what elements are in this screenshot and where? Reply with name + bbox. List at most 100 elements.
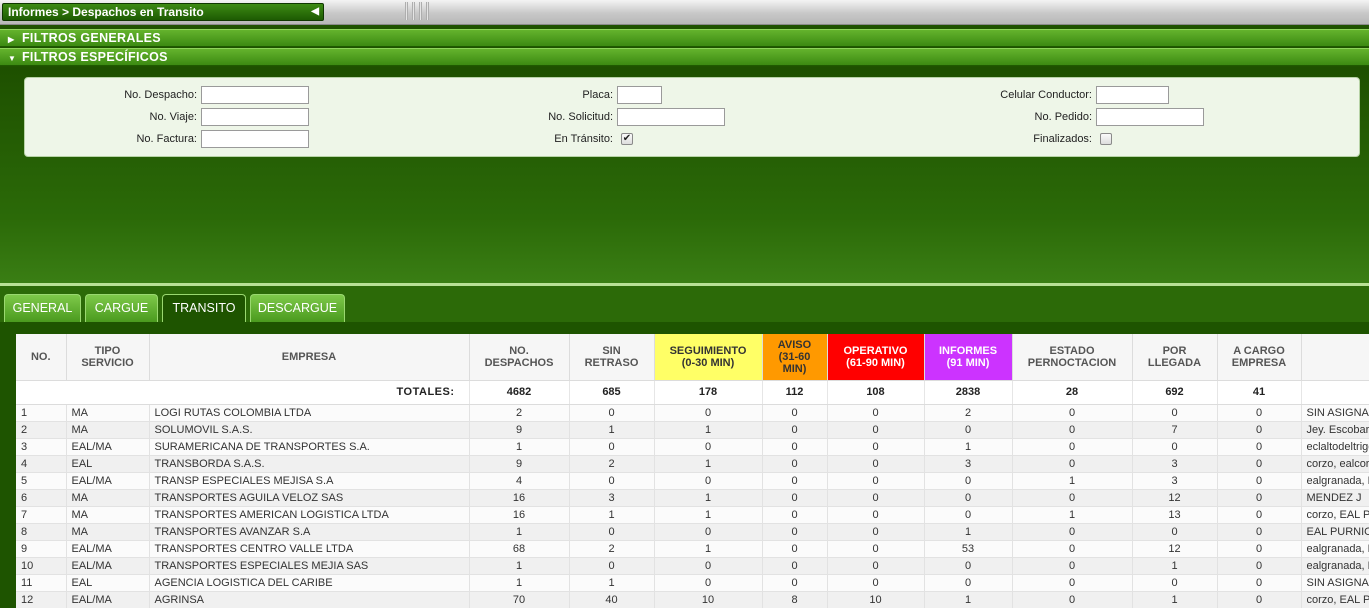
cell-informes: 3 bbox=[924, 455, 1013, 473]
col-ope-line2: (61-90 MIN) bbox=[846, 356, 905, 369]
total-seguimiento: 178 bbox=[654, 380, 763, 405]
cell-tipo-servicio: EAL/MA bbox=[66, 540, 150, 558]
tab-transito[interactable]: TRANSITO bbox=[162, 294, 246, 322]
no-viaje-input[interactable] bbox=[201, 108, 309, 126]
total-blank bbox=[1301, 380, 1369, 405]
cell-aviso: 0 bbox=[762, 404, 828, 422]
cell-por-llegada: 0 bbox=[1132, 438, 1218, 456]
col-tipo-servicio[interactable]: TIPO SERVICIO bbox=[66, 334, 150, 381]
cell-operativo: 10 bbox=[827, 591, 925, 608]
finalizados-checkbox[interactable] bbox=[1100, 133, 1112, 145]
col-inf-line2: (91 MIN) bbox=[946, 356, 990, 369]
table-row[interactable]: 11 EAL AGENCIA LOGISTICA DEL CARIBE 1 1 0 0 0 0 0… bbox=[16, 574, 1369, 592]
cell-no: 8 bbox=[16, 523, 67, 541]
cell-tipo-servicio: MA bbox=[66, 489, 150, 507]
finalizados-label: Finalizados: bbox=[1033, 133, 1092, 145]
no-factura-input[interactable] bbox=[201, 130, 309, 148]
table-area: NO. TIPO SERVICIO EMPRESA NO. DESPACHOS SI… bbox=[0, 322, 1369, 608]
cell-responsable: eclaltodeltrigo bbox=[1301, 438, 1369, 456]
tab-descargue[interactable]: DESCARGUE bbox=[250, 294, 345, 322]
cell-a-cargo: 0 bbox=[1217, 421, 1302, 439]
general-filters-header[interactable]: ▶ FILTROS GENERALES bbox=[0, 29, 1369, 47]
cell-informes: 2 bbox=[924, 404, 1013, 422]
table-header-row: NO. TIPO SERVICIO EMPRESA NO. DESPACHOS SI… bbox=[16, 334, 1369, 381]
col-empresa-label: EMPRESA bbox=[281, 350, 337, 363]
total-por-llegada: 692 bbox=[1132, 380, 1218, 405]
cell-responsable: corzo, ealcorzo bbox=[1301, 455, 1369, 473]
cell-responsable: ealgranada, EAL bbox=[1301, 540, 1369, 558]
cell-por-llegada: 3 bbox=[1132, 455, 1218, 473]
table-row[interactable]: 1 MA LOGI RUTAS COLOMBIA LTDA 2 0 0 0 0 2 0 0 0 SIN … bbox=[16, 404, 1369, 422]
specific-filters-label: FILTROS ESPECÍFICOS bbox=[22, 50, 168, 64]
col-empresa[interactable]: EMPRESA bbox=[149, 334, 470, 381]
table-row[interactable]: 8 MA TRANSPORTES AVANZAR S.A 1 0 0 0 0 1 0 0 0 EAL P… bbox=[16, 523, 1369, 541]
cell-a-cargo: 0 bbox=[1217, 506, 1302, 524]
col-sin-retraso[interactable]: SIN RETRASO bbox=[569, 334, 655, 381]
total-aviso: 112 bbox=[762, 380, 828, 405]
cell-empresa: TRANSPORTES AGUILA VELOZ SAS bbox=[149, 489, 470, 507]
tab-bar: GENERAL CARGUE TRANSITO DESCARGUE bbox=[0, 286, 1369, 322]
cell-sin-retraso: 2 bbox=[569, 455, 655, 473]
celular-conductor-input[interactable] bbox=[1096, 86, 1169, 104]
table-row[interactable]: 10 EAL/MA TRANSPORTES ESPECIALES MEJIA SAS… bbox=[16, 557, 1369, 575]
col-aviso[interactable]: AVISO (31-60 MIN) bbox=[762, 334, 828, 381]
cell-sin-retraso: 0 bbox=[569, 557, 655, 575]
col-seguimiento[interactable]: SEGUIMIENTO (0-30 MIN) bbox=[654, 334, 763, 381]
table-row[interactable]: 2 MA SOLUMOVIL S.A.S. 9 1 1 0 0 0 0 7 0 Jey. Escobar bbox=[16, 421, 1369, 439]
en-transito-label: En Tránsito: bbox=[554, 133, 613, 145]
col-informes[interactable]: INFORMES (91 MIN) bbox=[924, 334, 1013, 381]
cell-informes: 1 bbox=[924, 438, 1013, 456]
cell-informes: 0 bbox=[924, 574, 1013, 592]
totals-label: TOTALES: bbox=[16, 380, 470, 405]
table-row[interactable]: 6 MA TRANSPORTES AGUILA VELOZ SAS 16 3 1 0 0 0 0 1… bbox=[16, 489, 1369, 507]
transit-table: NO. TIPO SERVICIO EMPRESA NO. DESPACHOS SI… bbox=[16, 334, 1369, 608]
table-row[interactable]: 5 EAL/MA TRANSP ESPECIALES MEJISA S.A 4 0 0 0 0… bbox=[16, 472, 1369, 490]
cell-no: 1 bbox=[16, 404, 67, 422]
col-no-despachos[interactable]: NO. DESPACHOS bbox=[469, 334, 570, 381]
placa-input[interactable] bbox=[617, 86, 662, 104]
splitter-grip-icon[interactable] bbox=[405, 2, 445, 23]
cell-empresa: AGRINSA bbox=[149, 591, 470, 608]
breadcrumb: Informes > Despachos en Transito ◀ bbox=[2, 3, 324, 21]
col-por-llegada[interactable]: POR LLEGADA bbox=[1132, 334, 1218, 381]
col-ope-line1: OPERATIVO bbox=[843, 344, 908, 357]
cell-despachos: 68 bbox=[469, 540, 570, 558]
table-row[interactable]: 12EAL/MAAGRINSA7040108101010corzo, EAL P… bbox=[16, 591, 1369, 608]
table-row[interactable]: 7 MA TRANSPORTES AMERICAN LOGISTICA LTDA 16… bbox=[16, 506, 1369, 524]
cell-seguimiento: 1 bbox=[654, 540, 763, 558]
no-pedido-input[interactable] bbox=[1096, 108, 1204, 126]
specific-filters-header[interactable]: ▼ FILTROS ESPECÍFICOS bbox=[0, 48, 1369, 66]
tab-general[interactable]: GENERAL bbox=[4, 294, 81, 322]
cell-pernoctacion: 0 bbox=[1012, 557, 1133, 575]
cell-pernoctacion: 0 bbox=[1012, 455, 1133, 473]
col-est-line2: PERNOCTACION bbox=[1027, 356, 1117, 369]
en-transito-checkbox[interactable]: ✔ bbox=[621, 133, 633, 145]
cell-operativo: 0 bbox=[827, 455, 925, 473]
cell-por-llegada: 0 bbox=[1132, 523, 1218, 541]
col-responsable[interactable] bbox=[1301, 334, 1369, 381]
no-solicitud-input[interactable] bbox=[617, 108, 725, 126]
table-row[interactable]: 9 EAL/MA TRANSPORTES CENTRO VALLE LTDA 68 2 1… bbox=[16, 540, 1369, 558]
cell-no: 4 bbox=[16, 455, 67, 473]
table-row[interactable]: 4 EAL TRANSBORDA S.A.S. 9 2 1 0 0 3 0 3 0 corzo, eal… bbox=[16, 455, 1369, 473]
cell-a-cargo: 0 bbox=[1217, 489, 1302, 507]
tab-cargue[interactable]: CARGUE bbox=[85, 294, 158, 322]
cell-aviso: 0 bbox=[762, 438, 828, 456]
table-row[interactable]: 3 EAL/MA SURAMERICANA DE TRANSPORTES S.A. 1… bbox=[16, 438, 1369, 456]
no-despacho-input[interactable] bbox=[201, 86, 309, 104]
col-inf-line1: INFORMES bbox=[938, 344, 998, 357]
cell-sin-retraso: 40 bbox=[569, 591, 655, 608]
col-no[interactable]: NO. bbox=[16, 334, 67, 381]
cell-empresa: TRANSPORTES CENTRO VALLE LTDA bbox=[149, 540, 470, 558]
filter-area: No. Despacho: No. Viaje: No. Factura: Pl… bbox=[0, 67, 1369, 283]
cell-tipo-servicio: EAL/MA bbox=[66, 591, 150, 608]
cell-despachos: 16 bbox=[469, 506, 570, 524]
col-operativo[interactable]: OPERATIVO (61-90 MIN) bbox=[827, 334, 925, 381]
cell-aviso: 0 bbox=[762, 557, 828, 575]
cell-operativo: 0 bbox=[827, 421, 925, 439]
cell-tipo-servicio: EAL/MA bbox=[66, 438, 150, 456]
col-a-cargo-empresa[interactable]: A CARGO EMPRESA bbox=[1217, 334, 1302, 381]
col-estado-pernoctacion[interactable]: ESTADO PERNOCTACION bbox=[1012, 334, 1133, 381]
collapse-arrow-icon[interactable]: ◀ bbox=[311, 4, 319, 20]
cell-por-llegada: 12 bbox=[1132, 540, 1218, 558]
